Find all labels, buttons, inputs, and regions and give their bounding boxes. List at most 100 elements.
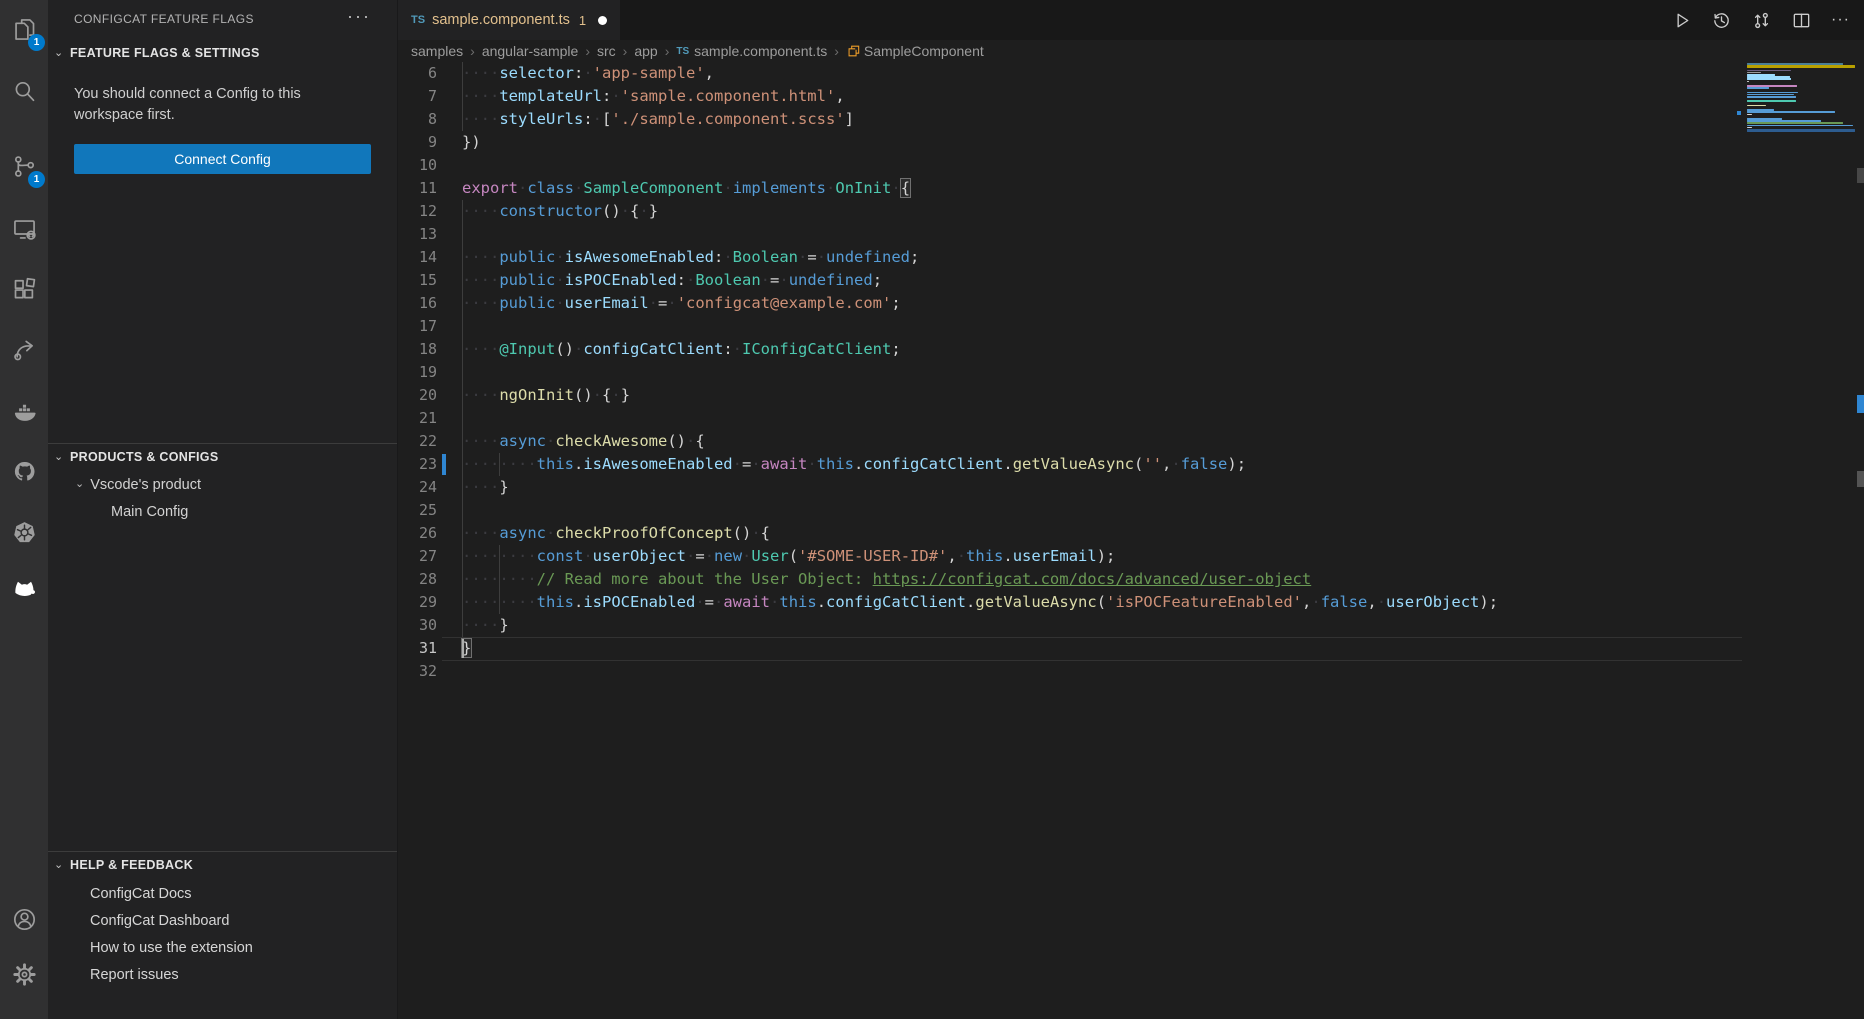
split-editor-icon[interactable] bbox=[1791, 10, 1812, 31]
breadcrumb-item[interactable]: angular-sample› bbox=[482, 43, 597, 59]
token: isPOCEnabled bbox=[565, 271, 677, 289]
code-line[interactable]: 21 bbox=[398, 407, 1864, 430]
code-line[interactable]: 7····templateUrl:·'sample.component.html… bbox=[398, 85, 1864, 108]
line-number[interactable]: 10 bbox=[398, 154, 437, 177]
kubernetes-icon[interactable] bbox=[0, 513, 48, 551]
more-actions-icon[interactable]: ··· bbox=[1831, 11, 1850, 29]
more-actions-icon[interactable]: ··· bbox=[347, 6, 371, 27]
code-line[interactable]: 17 bbox=[398, 315, 1864, 338]
line-number[interactable]: 6 bbox=[398, 62, 437, 85]
line-number[interactable]: 11 bbox=[398, 177, 437, 200]
help-link-report[interactable]: Report issues bbox=[90, 964, 179, 986]
line-number[interactable]: 9 bbox=[398, 131, 437, 154]
code-line[interactable]: 11export·class·SampleComponent·implement… bbox=[398, 177, 1864, 200]
breadcrumb-item-symbol[interactable]: SampleComponent bbox=[846, 43, 984, 59]
run-icon[interactable] bbox=[1671, 10, 1692, 31]
token: { bbox=[630, 202, 639, 220]
timeline-history-icon[interactable] bbox=[1711, 10, 1732, 31]
line-number[interactable]: 18 bbox=[398, 338, 437, 361]
line-number[interactable]: 22 bbox=[398, 430, 437, 453]
minimap[interactable] bbox=[1747, 63, 1855, 173]
code-line[interactable]: 20····ngOnInit()·{·} bbox=[398, 384, 1864, 407]
line-number[interactable]: 15 bbox=[398, 269, 437, 292]
line-number[interactable]: 28 bbox=[398, 568, 437, 591]
breadcrumb-item[interactable]: samples› bbox=[411, 43, 482, 59]
section-feature-flags[interactable]: ⌄ FEATURE FLAGS & SETTINGS bbox=[48, 42, 397, 64]
token: , bbox=[1302, 593, 1311, 611]
token: · bbox=[751, 455, 760, 473]
line-number[interactable]: 14 bbox=[398, 246, 437, 269]
line-number[interactable]: 26 bbox=[398, 522, 437, 545]
overview-ruler[interactable] bbox=[1857, 0, 1864, 1019]
code-line[interactable]: 9}) bbox=[398, 131, 1864, 154]
code-line[interactable]: 28········// Read more about the User Ob… bbox=[398, 568, 1864, 591]
code-line[interactable]: 10 bbox=[398, 154, 1864, 177]
help-link-docs[interactable]: ConfigCat Docs bbox=[90, 883, 192, 905]
code-line[interactable]: 32 bbox=[398, 660, 1864, 683]
code-line[interactable]: 15····public·isPOCEnabled:·Boolean·=·und… bbox=[398, 269, 1864, 292]
code-line[interactable]: 8····styleUrls:·['./sample.component.scs… bbox=[398, 108, 1864, 131]
connect-config-button[interactable]: Connect Config bbox=[74, 144, 371, 174]
line-number[interactable]: 23 bbox=[398, 453, 437, 476]
code-line[interactable]: 13 bbox=[398, 223, 1864, 246]
accounts-icon[interactable] bbox=[0, 900, 48, 938]
line-number[interactable]: 27 bbox=[398, 545, 437, 568]
line-number[interactable]: 31 bbox=[398, 637, 437, 660]
source-control-icon[interactable]: 1 bbox=[0, 147, 48, 185]
live-share-icon[interactable] bbox=[0, 330, 48, 368]
code-line[interactable]: 22····async·checkAwesome()·{ bbox=[398, 430, 1864, 453]
github-icon[interactable] bbox=[0, 452, 48, 490]
code-line[interactable]: 19 bbox=[398, 361, 1864, 384]
line-number[interactable]: 21 bbox=[398, 407, 437, 430]
section-help-feedback[interactable]: ⌄ HELP & FEEDBACK bbox=[48, 854, 397, 876]
code-line[interactable]: 6····selector:·'app-sample', bbox=[398, 62, 1864, 85]
search-icon[interactable] bbox=[0, 72, 48, 110]
token: ···· bbox=[462, 87, 499, 105]
line-number[interactable]: 8 bbox=[398, 108, 437, 131]
gutter bbox=[437, 499, 462, 522]
breadcrumb-item[interactable]: app› bbox=[634, 43, 676, 59]
line-number[interactable]: 30 bbox=[398, 614, 437, 637]
breadcrumb-item[interactable]: src› bbox=[597, 43, 634, 59]
docker-icon[interactable] bbox=[0, 392, 48, 430]
code-line[interactable]: 12····constructor()·{·} bbox=[398, 200, 1864, 223]
line-number[interactable]: 25 bbox=[398, 499, 437, 522]
unsaved-dot-icon[interactable] bbox=[598, 16, 607, 25]
section-products-configs[interactable]: ⌄ PRODUCTS & CONFIGS bbox=[48, 446, 397, 468]
code-line[interactable]: 18····@Input()·configCatClient:·IConfigC… bbox=[398, 338, 1864, 361]
code-line[interactable]: 25 bbox=[398, 499, 1864, 522]
code-line[interactable]: 16····public·userEmail·=·'configcat@exam… bbox=[398, 292, 1864, 315]
tree-item-product[interactable]: ⌄ Vscode's product bbox=[48, 473, 424, 496]
line-number[interactable]: 29 bbox=[398, 591, 437, 614]
line-number[interactable]: 7 bbox=[398, 85, 437, 108]
minimap-line bbox=[1747, 122, 1843, 124]
line-number[interactable]: 13 bbox=[398, 223, 437, 246]
line-number[interactable]: 17 bbox=[398, 315, 437, 338]
extensions-icon[interactable] bbox=[0, 270, 48, 308]
code-line[interactable]: 29········this.isPOCEnabled·=·await·this… bbox=[398, 591, 1864, 614]
code-line[interactable]: 24····} bbox=[398, 476, 1864, 499]
compare-changes-icon[interactable] bbox=[1751, 10, 1772, 31]
line-number[interactable]: 12 bbox=[398, 200, 437, 223]
remote-explorer-icon[interactable] bbox=[0, 210, 48, 248]
line-number[interactable]: 24 bbox=[398, 476, 437, 499]
token: ( bbox=[1097, 593, 1106, 611]
line-number[interactable]: 19 bbox=[398, 361, 437, 384]
configcat-icon[interactable] bbox=[0, 568, 48, 606]
settings-gear-icon[interactable] bbox=[0, 955, 48, 993]
comment-link[interactable]: https://configcat.com/docs/advanced/user… bbox=[873, 570, 1312, 588]
breadcrumb-item-file[interactable]: TS sample.component.ts› bbox=[676, 43, 846, 59]
line-number[interactable]: 16 bbox=[398, 292, 437, 315]
line-number[interactable]: 20 bbox=[398, 384, 437, 407]
code-line[interactable]: 26····async·checkProofOfConcept()·{ bbox=[398, 522, 1864, 545]
code-line[interactable]: 23········this.isAwesomeEnabled·=·await·… bbox=[398, 453, 1864, 476]
explorer-icon[interactable]: 1 bbox=[0, 10, 48, 48]
help-link-dashboard[interactable]: ConfigCat Dashboard bbox=[90, 910, 229, 932]
line-number[interactable]: 32 bbox=[398, 660, 437, 683]
tab-sample-component[interactable]: TS sample.component.ts 1 bbox=[398, 0, 620, 40]
code-line[interactable]: 31} bbox=[398, 637, 1864, 660]
code-line[interactable]: 14····public·isAwesomeEnabled:·Boolean·=… bbox=[398, 246, 1864, 269]
code-line[interactable]: 27········const·userObject·=·new·User('#… bbox=[398, 545, 1864, 568]
help-link-howto[interactable]: How to use the extension bbox=[90, 937, 253, 959]
code-line[interactable]: 30····} bbox=[398, 614, 1864, 637]
